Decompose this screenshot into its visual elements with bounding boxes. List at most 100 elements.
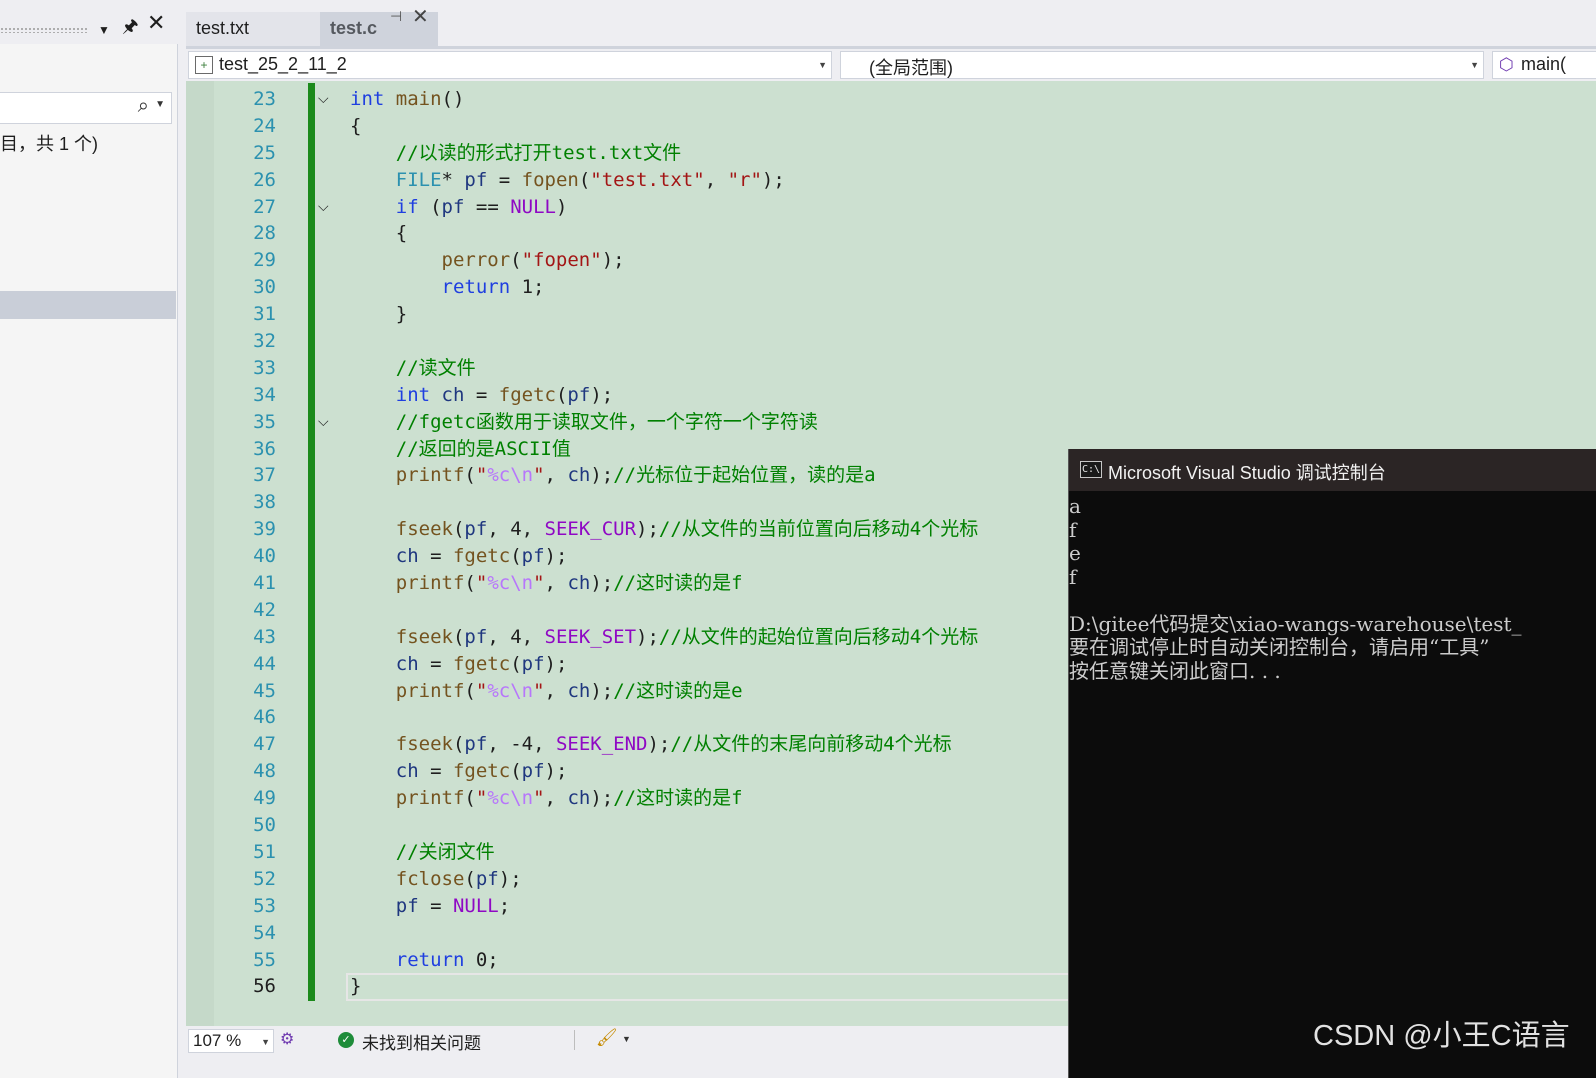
code-text: //返回的是ASCII值 <box>395 437 571 460</box>
tab-test-txt[interactable]: test.txt <box>186 12 320 46</box>
console-titlebar[interactable]: C:\ Microsoft Visual Studio 调试控制台 <box>1069 449 1596 491</box>
line-number: 23 <box>253 88 276 110</box>
search-icon[interactable]: ⌕ <box>138 95 149 118</box>
intellicode-icon[interactable]: ⚙ <box>280 1029 294 1049</box>
chevron-down-icon[interactable]: ▼ <box>1470 60 1479 70</box>
console-line: f <box>1069 564 1077 589</box>
scope-label: (全局范围) <box>869 58 953 78</box>
code-line[interactable]: 31 } <box>186 301 1596 328</box>
project-icon: + <box>195 56 213 74</box>
line-number: 26 <box>253 168 276 191</box>
line-number: 28 <box>253 222 276 245</box>
solution-explorer-panel: ▼ 🖈 ✕ ⌕ ▼ 目，共 1 个) <box>0 0 178 1078</box>
fold-chevron-icon[interactable]: ⌵ <box>318 409 329 436</box>
scope-dropdown[interactable]: (全局范围) ▼ <box>840 51 1484 79</box>
chevron-down-icon[interactable]: ▼ <box>155 99 165 110</box>
pin-icon[interactable]: 🖈 <box>122 16 139 36</box>
line-number: 31 <box>253 303 276 326</box>
code-text: fseek(pf, -4, SEEK_END);//从文件的末尾向前移动4个光标 <box>395 733 952 756</box>
line-number: 37 <box>253 464 276 487</box>
panel-dropdown-icon[interactable]: ▼ <box>98 20 110 40</box>
tab-label: test.c <box>330 18 378 38</box>
line-number: 43 <box>253 625 276 648</box>
code-text: return 1; <box>441 276 545 299</box>
code-text: //以读的形式打开test.txt文件 <box>395 141 682 164</box>
tab-label: test.txt <box>196 18 250 38</box>
line-number: 34 <box>253 383 276 406</box>
code-text: ch = fgetc(pf); <box>395 545 568 568</box>
line-number: 56 <box>253 975 276 998</box>
function-label: main( <box>1521 54 1567 74</box>
code-cleanup-icon[interactable]: 🖌 <box>596 1028 618 1048</box>
chevron-down-icon[interactable]: ▼ <box>622 1034 631 1044</box>
code-line[interactable]: 34 int ch = fgetc(pf); <box>186 382 1596 409</box>
code-text: int main() <box>350 88 465 110</box>
issues-status[interactable]: 未找到相关问题 <box>362 1029 481 1054</box>
line-number: 38 <box>253 491 276 514</box>
check-icon: ✓ <box>338 1032 354 1048</box>
code-line[interactable]: 27 ⌵ if (pf == NULL) <box>186 194 1596 221</box>
line-number: 30 <box>253 276 276 299</box>
code-line[interactable]: 30 return 1; <box>186 274 1596 301</box>
line-number: 49 <box>253 787 276 810</box>
line-number: 33 <box>253 356 276 379</box>
code-line[interactable]: 29 perror("fopen"); <box>186 247 1596 274</box>
panel-titlebar: ▼ 🖈 ✕ <box>0 0 178 44</box>
zoom-level-select[interactable]: 107 % ▼ <box>188 1029 274 1053</box>
close-icon[interactable]: ✕ <box>147 12 165 34</box>
fold-chevron-icon[interactable]: ⌵ <box>318 86 329 113</box>
selected-tree-item[interactable] <box>0 291 176 319</box>
navigation-bar: + test_25_2_11_2 ▼ (全局范围) ▼ ⬡ main( <box>186 49 1596 81</box>
line-number: 54 <box>253 921 276 944</box>
code-text: ch = fgetc(pf); <box>395 652 568 675</box>
code-line[interactable]: 23 ⌵ int main() <box>186 86 1596 113</box>
code-line[interactable]: 33 //读文件 <box>186 355 1596 382</box>
code-line[interactable]: 28 { <box>186 220 1596 247</box>
project-dropdown[interactable]: + test_25_2_11_2 ▼ <box>188 51 832 79</box>
console-line: f <box>1069 517 1077 542</box>
code-text: FILE* pf = fopen("test.txt", "r"); <box>395 168 785 191</box>
code-line[interactable]: 26 FILE* pf = fopen("test.txt", "r"); <box>186 167 1596 194</box>
debug-console-window[interactable]: C:\ Microsoft Visual Studio 调试控制台 a f e f D:… <box>1068 449 1596 1078</box>
code-text: if (pf == NULL) <box>395 195 568 218</box>
line-number: 24 <box>253 114 276 137</box>
line-number: 29 <box>253 249 276 272</box>
line-number: 45 <box>253 679 276 702</box>
code-text: //fgetc函数用于读取文件，一个字符一个字符读 <box>395 410 818 433</box>
console-line: 要在调试停止时自动关闭控制台，请启用“工具” <box>1069 635 1490 659</box>
line-number: 47 <box>253 733 276 756</box>
console-line: 按任意键关闭此窗口. . . <box>1069 658 1281 683</box>
code-text: ch = fgetc(pf); <box>395 760 568 783</box>
code-line[interactable]: 35 ⌵ //fgetc函数用于读取文件，一个字符一个字符读 <box>186 409 1596 436</box>
search-input[interactable]: ⌕ ▼ <box>0 92 172 124</box>
code-text: fseek(pf, 4, SEEK_SET);//从文件的起始位置向后移动4个光… <box>395 625 979 648</box>
code-text: //读文件 <box>395 356 476 379</box>
line-number: 40 <box>253 545 276 568</box>
chevron-down-icon[interactable]: ▼ <box>261 1037 270 1047</box>
document-tab-strip: test.txt test.c ⊣ ✕ <box>186 0 1596 46</box>
console-line: a <box>1069 495 1081 518</box>
drag-grip[interactable] <box>0 27 88 33</box>
code-text: } <box>350 303 408 326</box>
console-output: a f e f D:\gitee代码提交\xiao-wangs-warehouse\te… <box>1069 495 1596 1055</box>
chevron-down-icon[interactable]: ▼ <box>818 60 827 70</box>
code-text: //关闭文件 <box>395 840 495 863</box>
watermark: CSDN @小王C语言 <box>1313 1020 1570 1052</box>
code-text: { <box>350 222 408 245</box>
project-name: test_25_2_11_2 <box>219 54 347 74</box>
tab-close-icon[interactable]: ✕ <box>412 4 429 29</box>
line-number: 48 <box>253 760 276 783</box>
code-text: return 0; <box>395 948 499 971</box>
line-number: 50 <box>253 814 276 837</box>
result-count-text: 目，共 1 个) <box>0 134 99 154</box>
zoom-value: 107 % <box>193 1031 242 1050</box>
line-number: 25 <box>253 141 276 164</box>
fold-chevron-icon[interactable]: ⌵ <box>318 194 329 221</box>
code-line[interactable]: 25 //以读的形式打开test.txt文件 <box>186 140 1596 167</box>
code-line[interactable]: 24 { <box>186 113 1596 140</box>
function-dropdown[interactable]: ⬡ main( <box>1492 51 1596 79</box>
tab-pin-icon[interactable]: ⊣ <box>390 8 402 25</box>
console-icon: C:\ <box>1080 461 1102 478</box>
code-line[interactable]: 32 <box>186 328 1596 355</box>
line-number: 42 <box>253 598 276 621</box>
